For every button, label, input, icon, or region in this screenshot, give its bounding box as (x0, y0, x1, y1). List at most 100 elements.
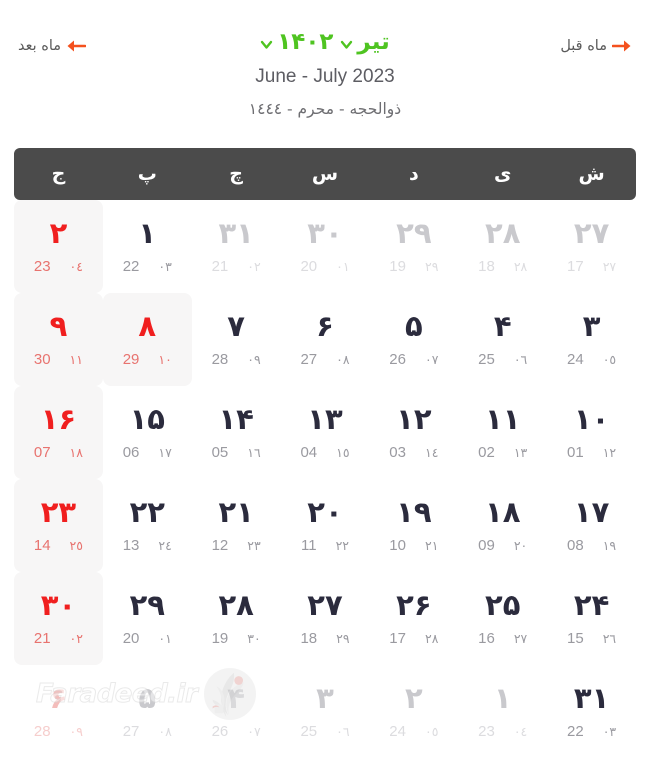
day-number-jalali: ۹ (49, 309, 68, 343)
day-cell[interactable]: ۲۸ ۲۸ 18 (458, 200, 547, 293)
day-number-hijri: ۱۳ (513, 445, 528, 460)
day-cell[interactable]: ۸ ۱۰ 29 (102, 293, 192, 386)
day-cell[interactable]: ۱۷ ۱۹ 08 (547, 479, 636, 572)
day-number-hijri: ۰٤ (69, 259, 83, 274)
day-secondary-dates: ۰۸ 27 (123, 724, 172, 739)
day-secondary-dates: ۰۱ 20 (300, 259, 349, 274)
day-number-hijri: ۱۱ (69, 352, 83, 367)
day-number-hijri: ۰۹ (69, 724, 83, 739)
day-number-jalali: ۱۳ (307, 402, 343, 436)
day-cell[interactable]: ۲۱ ۲۳ 12 (192, 479, 281, 572)
day-cell[interactable]: ۱۴ ۱٦ 05 (192, 386, 281, 479)
day-number-hijri: ۱٥ (336, 445, 350, 460)
day-cell[interactable]: ۶ ۰۸ 27 (281, 293, 370, 386)
day-cell[interactable]: ۱ ۰۳ 22 (103, 200, 192, 293)
day-cell[interactable]: ۵ ۰۸ 27 (103, 665, 192, 758)
day-cell[interactable]: ۱ ۰٤ 23 (458, 665, 547, 758)
day-number-gregorian: 10 (389, 537, 406, 554)
day-cell[interactable]: ۹ ۱۱ 30 (13, 293, 103, 386)
week-row: ۳ ۰٥ 24 ۴ ۰٦ 25 ۵ ۰۷ 26 ۶ ۰۸ 27 ۷ ۰۹ 28 ۸ ۱۰ 29 ۹ ۱۱ 30 (13, 293, 636, 386)
next-month-button[interactable]: ماه بعد (18, 38, 87, 54)
day-cell[interactable]: ۲ ۰٤ 23 (13, 200, 103, 293)
day-cell[interactable]: ۱۸ ۲۰ 09 (458, 479, 547, 572)
day-cell[interactable]: ۲۷ ۲۹ 18 (281, 572, 370, 665)
day-secondary-dates: ۱۲ 01 (567, 445, 616, 460)
day-number-jalali: ۲۴ (573, 588, 610, 622)
day-cell[interactable]: ۱۱ ۱۳ 02 (458, 386, 547, 479)
day-number-jalali: ۱۲ (396, 402, 432, 436)
year-select[interactable]: ۱۴۰۲ (260, 29, 334, 55)
day-number-hijri: ۲۲ (335, 538, 349, 553)
day-secondary-dates: ۲۳ 12 (212, 538, 261, 553)
day-cell[interactable]: ۴ ۰٦ 25 (458, 293, 547, 386)
day-cell[interactable]: ۱۹ ۲۱ 10 (369, 479, 458, 572)
day-cell[interactable]: ۳ ۰٥ 24 (547, 293, 636, 386)
arrow-left-icon (66, 38, 87, 54)
day-cell[interactable]: ۱۰ ۱۲ 01 (547, 386, 636, 479)
day-number-hijri: ۰۹ (247, 352, 261, 367)
day-cell[interactable]: ۴ ۰۷ 26 (192, 665, 281, 758)
calendar-grid: ۲۷ ۲۷ 17 ۲۸ ۲۸ 18 ۲۹ ۲۹ 19 ۳۰ ۰۱ 20 ۳۱ ۰۲ 21 ۱ ۰۳ 22 ۲ ۰٤ 23… (13, 200, 636, 758)
day-number-gregorian: 18 (300, 630, 318, 647)
day-cell[interactable]: ۳۱ ۰۲ 21 (192, 200, 281, 293)
day-cell[interactable]: ۲۲ ۲٤ 13 (103, 479, 192, 572)
day-number-hijri: ۰٤ (513, 724, 528, 739)
day-cell[interactable]: ۱۲ ۱٤ 03 (369, 386, 458, 479)
prev-month-button[interactable]: ماه قبل (560, 38, 632, 54)
day-number-jalali: ۱۶ (40, 402, 77, 436)
day-cell[interactable]: ۲۸ ۳۰ 19 (192, 572, 281, 665)
day-cell[interactable]: ۲۶ ۲۸ 17 (369, 572, 458, 665)
day-cell[interactable]: ۲۵ ۲۷ 16 (458, 572, 547, 665)
day-cell[interactable]: ۱۵ ۱۷ 06 (103, 386, 192, 479)
day-number-jalali: ۲۸ (485, 216, 521, 250)
day-secondary-dates: ۲۷ 16 (478, 631, 527, 646)
weekday-header-row: شیدسچپج (14, 148, 636, 200)
day-cell[interactable]: ۳۰ ۰۲ 21 (13, 572, 103, 665)
gregorian-range-label: June - July 2023 (255, 66, 395, 88)
day-number-jalali: ۱۰ (573, 402, 610, 436)
day-secondary-dates: ۱۱ 30 (34, 352, 83, 367)
day-number-hijri: ۱٤ (424, 445, 439, 460)
day-secondary-dates: ۲۹ 19 (389, 259, 438, 274)
day-cell[interactable]: ۷ ۰۹ 28 (192, 293, 281, 386)
day-number-gregorian: 24 (567, 351, 584, 368)
week-row: ۲۴ ۲٦ 15 ۲۵ ۲۷ 16 ۲۶ ۲۸ 17 ۲۷ ۲۹ 18 ۲۸ ۳۰ 19 ۲۹ ۰۱ 20 ۳۰ ۰۲… (13, 572, 636, 665)
day-cell[interactable]: ۵ ۰۷ 26 (369, 293, 458, 386)
day-number-gregorian: 30 (33, 351, 51, 368)
day-number-gregorian: 03 (389, 444, 406, 461)
day-cell[interactable]: ۲۹ ۲۹ 19 (369, 200, 458, 293)
day-secondary-dates: ۲٦ 15 (567, 631, 616, 646)
day-cell[interactable]: ۶ ۰۹ 28 (14, 665, 103, 758)
year-label: ۱۴۰۲ (277, 29, 334, 55)
day-number-gregorian: 13 (122, 537, 140, 554)
day-number-hijri: ۲۱ (424, 538, 439, 553)
day-number-gregorian: 20 (300, 258, 318, 275)
day-number-gregorian: 23 (33, 258, 51, 275)
day-number-jalali: ۲۶ (396, 588, 432, 622)
day-cell[interactable]: ۳ ۰٦ 25 (281, 665, 370, 758)
day-cell[interactable]: ۲۳ ۲٥ 14 (13, 479, 103, 572)
day-cell[interactable]: ۳۱ ۰۳ 22 (547, 665, 636, 758)
day-cell[interactable]: ۱۳ ۱٥ 04 (281, 386, 370, 479)
day-cell[interactable]: ۲۴ ۲٦ 15 (547, 572, 636, 665)
day-number-hijri: ۰٥ (602, 352, 617, 367)
day-secondary-dates: ۰۹ 28 (34, 724, 83, 739)
day-number-jalali: ۱۱ (485, 402, 521, 436)
day-cell[interactable]: ۲ ۰٥ 24 (369, 665, 458, 758)
day-number-jalali: ۲۹ (129, 588, 165, 622)
day-number-gregorian: 25 (300, 723, 318, 740)
month-label: تیر (357, 29, 390, 55)
prev-month-label: ماه قبل (560, 38, 607, 54)
month-select[interactable]: تیر (340, 29, 390, 55)
weekday-seshanbeh: س (311, 162, 339, 185)
day-number-jalali: ۶ (316, 309, 334, 343)
day-secondary-dates: ۰۷ 26 (212, 724, 261, 739)
day-number-jalali: ۳ (582, 309, 601, 343)
day-cell[interactable]: ۲۰ ۲۲ 11 (281, 479, 370, 572)
day-number-hijri: ۲۸ (424, 631, 439, 646)
day-cell[interactable]: ۲۹ ۰۱ 20 (103, 572, 192, 665)
day-cell[interactable]: ۳۰ ۰۱ 20 (281, 200, 370, 293)
day-number-gregorian: 21 (33, 630, 51, 647)
day-cell[interactable]: ۱۶ ۱۸ 07 (13, 386, 103, 479)
day-cell[interactable]: ۲۷ ۲۷ 17 (547, 200, 636, 293)
